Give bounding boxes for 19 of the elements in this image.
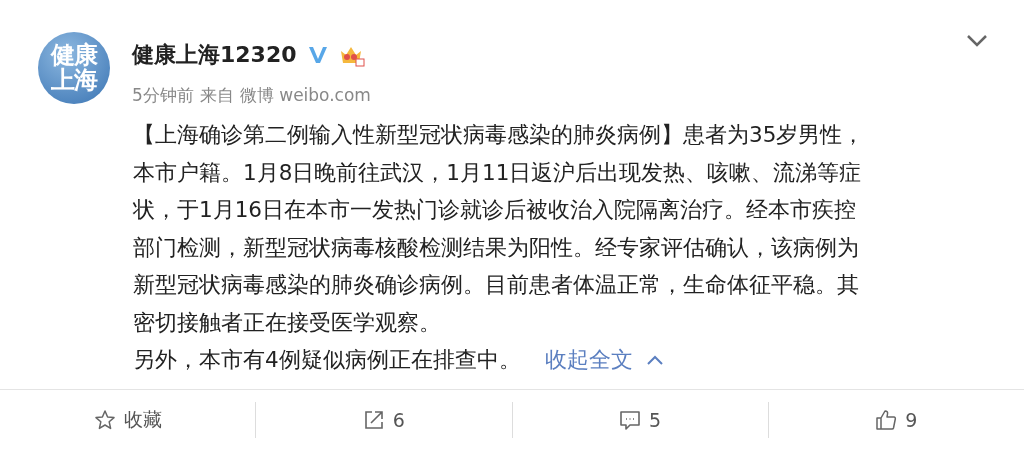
source-label: 来自 <box>199 84 234 107</box>
chevron-down-icon[interactable] <box>966 34 988 48</box>
post-text: 另外，本市有4例疑似病例正在排查中。 <box>133 346 521 374</box>
author-name[interactable]: 健康上海12320 <box>132 40 297 70</box>
collapse-link[interactable]: 收起全文 <box>544 341 633 379</box>
like-button[interactable]: 9 <box>768 389 1024 450</box>
avatar-text: 上海 <box>51 68 97 94</box>
post-source[interactable]: 微博 weibo.com <box>239 84 371 107</box>
star-icon <box>93 408 116 431</box>
avatar-text: 健康 <box>51 42 97 68</box>
post-text: 【上海确诊第二例输入性新型冠状病毒感染的肺炎病例】患者为35岁男性，本市户籍。1月8日晚前往武汉，1月11日返沪后出现发热、咳嗽、流涕等症状，于1月16日在本市一发热门诊就诊后被收治入院隔离治疗。经本市疾控部门检测，新型冠状病毒核酸检测结果为阳性。经专家评估确认，该病例为新型冠状病毒感染的肺炎确诊病例。目前患者体温正常，生命体征平稳。其密切接触者正在接受医学观察。 <box>133 121 866 337</box>
repost-button[interactable]: 6 <box>256 389 512 450</box>
comment-icon <box>619 408 642 431</box>
post-time: 5分钟前 <box>132 84 194 107</box>
thumbs-up-icon <box>875 408 898 431</box>
share-icon <box>362 408 385 431</box>
favorite-button[interactable]: 收藏 <box>0 389 256 450</box>
comment-button[interactable]: 5 <box>512 389 768 450</box>
chevron-up-icon[interactable] <box>646 354 663 365</box>
